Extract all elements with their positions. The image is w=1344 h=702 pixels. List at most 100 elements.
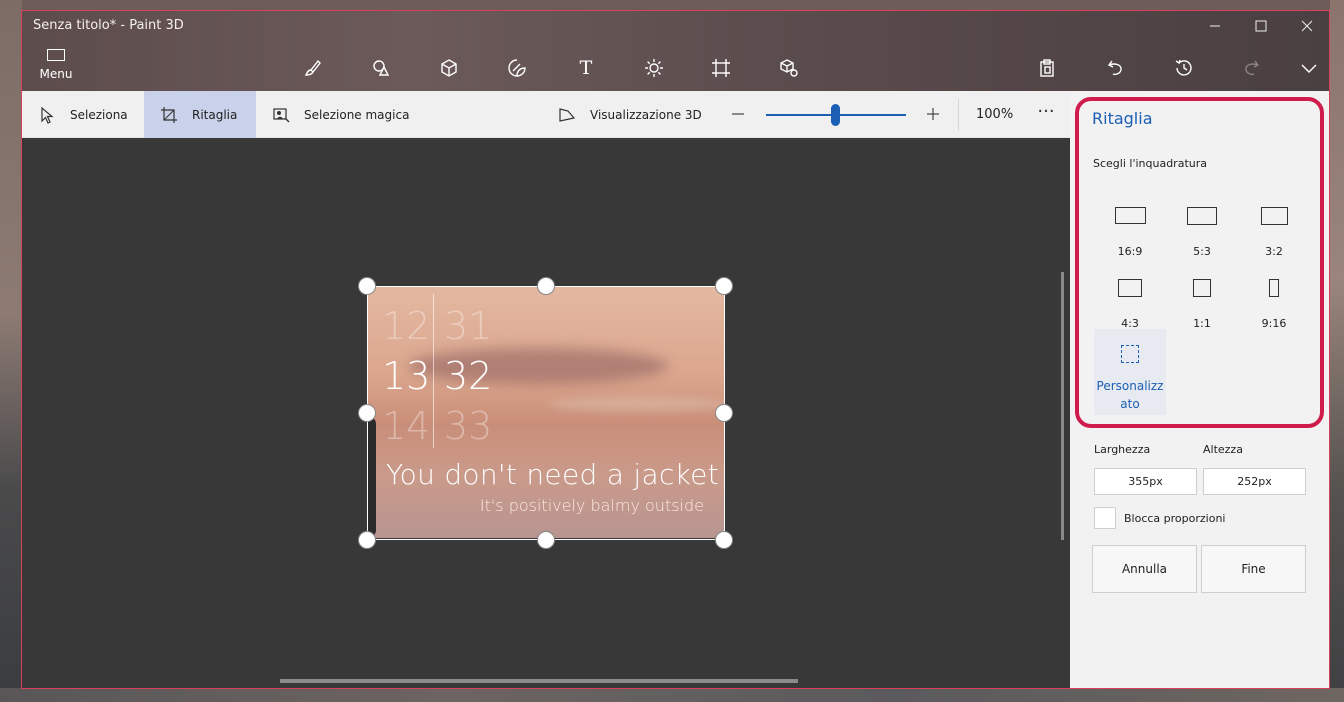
ratio-16-9-button[interactable]: 16:9	[1094, 199, 1166, 267]
redo-button[interactable]	[1235, 54, 1267, 82]
ratio-1-1-icon	[1193, 279, 1211, 297]
crop-handle-right[interactable]	[715, 404, 733, 422]
select-label: Seleziona	[70, 107, 128, 122]
expand-button[interactable]	[1293, 54, 1325, 82]
ratio-custom-button[interactable]: Personalizzato	[1094, 329, 1166, 415]
plus-icon	[927, 108, 939, 120]
width-label: Larghezza	[1094, 443, 1151, 456]
ratio-9-16-button[interactable]: 9:16	[1238, 271, 1310, 339]
custom-label: Personalizzato	[1096, 379, 1164, 411]
cancel-button[interactable]: Annulla	[1092, 545, 1197, 593]
2d-shapes-icon	[373, 60, 390, 76]
crop-handle-top-left[interactable]	[358, 277, 376, 295]
height-input[interactable]: 252px	[1203, 468, 1306, 495]
history-icon	[1175, 59, 1192, 76]
ratio-label: 1:1	[1193, 317, 1211, 330]
ratio-5-3-button[interactable]: 5:3	[1166, 199, 1238, 267]
canvas-image[interactable]: 12 13 14 31 32 33 You don't need a jacke…	[368, 286, 724, 538]
close-button[interactable]	[1284, 11, 1329, 41]
view-3d-button[interactable]: Visualizzazione 3D	[558, 91, 708, 138]
ratio-9-16-icon	[1269, 279, 1279, 297]
brush-icon	[304, 59, 321, 76]
toolbar-divider	[958, 99, 959, 131]
minimize-button[interactable]	[1192, 11, 1238, 41]
width-input[interactable]: 355px	[1094, 468, 1197, 495]
crop-handle-top-right[interactable]	[715, 277, 733, 295]
minus-icon	[732, 113, 744, 115]
tool-stickers[interactable]	[501, 54, 533, 82]
zoom-in-button[interactable]	[921, 102, 945, 126]
app-window: Senza titolo* - Paint 3D Menu T Selezion…	[21, 10, 1330, 689]
tool-canvas[interactable]	[705, 54, 737, 82]
tool-2d-shapes[interactable]	[365, 54, 397, 82]
cursor-icon	[41, 106, 54, 124]
paste-icon	[1040, 59, 1054, 77]
zoom-value[interactable]: 100%	[976, 107, 1013, 122]
view-3d-label: Visualizzazione 3D	[590, 107, 702, 122]
zoom-slider-thumb[interactable]	[831, 104, 840, 126]
magic-select-icon	[273, 107, 290, 122]
done-button[interactable]: Fine	[1201, 545, 1306, 593]
folder-icon	[47, 49, 65, 61]
zoom-out-button[interactable]	[726, 102, 750, 126]
ratio-label: 16:9	[1117, 245, 1143, 258]
time-minute: 32	[444, 354, 493, 398]
maximize-button[interactable]	[1238, 11, 1284, 41]
image-cloud	[548, 396, 724, 412]
ratio-label: 5:3	[1193, 245, 1211, 258]
desktop-background-right	[1330, 0, 1344, 702]
magic-select-button[interactable]: Selezione magica	[256, 91, 416, 138]
crop-icon	[161, 106, 177, 123]
undo-icon	[1107, 60, 1122, 76]
time-hour-next: 14	[382, 404, 431, 448]
desktop-background-bottom	[0, 688, 1344, 702]
tool-brushes[interactable]	[297, 54, 329, 82]
image-dark-edge	[368, 416, 376, 538]
desktop-background-left	[0, 0, 22, 702]
ratio-3-2-button[interactable]: 3:2	[1238, 199, 1310, 267]
ratio-4-3-icon	[1118, 279, 1142, 297]
redo-icon	[1245, 60, 1260, 76]
crop-handle-top[interactable]	[537, 277, 555, 295]
ratio-3-2-icon	[1260, 207, 1288, 225]
time-minute-prev: 31	[444, 304, 493, 348]
custom-crop-icon	[1121, 345, 1139, 363]
crop-handle-bottom[interactable]	[537, 531, 555, 549]
history-button[interactable]	[1168, 54, 1200, 82]
crop-button[interactable]: Ritaglia	[144, 91, 256, 138]
stickers-icon	[508, 59, 526, 77]
time-hour-prev: 12	[382, 304, 431, 348]
lock-aspect-checkbox[interactable]	[1094, 507, 1116, 529]
height-label: Altezza	[1203, 443, 1243, 456]
tool-text[interactable]: T	[570, 54, 602, 82]
3d-shapes-icon	[441, 59, 457, 77]
select-button[interactable]: Seleziona	[22, 91, 144, 138]
window-title: Senza titolo* - Paint 3D	[33, 18, 184, 33]
tool-effects[interactable]	[638, 54, 670, 82]
maximize-icon	[1255, 20, 1267, 32]
menu-button[interactable]: Menu	[30, 49, 82, 87]
crop-toolbar: Seleziona Ritaglia Selezione magica Visu…	[22, 91, 1070, 138]
crop-handle-bottom-left[interactable]	[358, 531, 376, 549]
tool-3d-library[interactable]	[773, 54, 805, 82]
canvas-area[interactable]: 12 13 14 31 32 33 You don't need a jacke…	[22, 138, 1070, 688]
view-3d-icon	[559, 107, 576, 122]
title-bar: Senza titolo* - Paint 3D Menu T	[22, 11, 1329, 91]
undo-button[interactable]	[1100, 54, 1132, 82]
paste-button[interactable]	[1031, 54, 1063, 82]
ratio-label: 3:2	[1265, 245, 1283, 258]
lock-aspect-label: Blocca proporzioni	[1124, 512, 1226, 525]
menu-label: Menu	[39, 67, 73, 81]
minimize-icon	[1210, 25, 1220, 27]
text-icon: T	[579, 57, 593, 79]
horizontal-scrollbar[interactable]	[280, 679, 798, 683]
vertical-scrollbar[interactable]	[1061, 272, 1064, 540]
tool-3d-shapes[interactable]	[433, 54, 465, 82]
crop-handle-bottom-right[interactable]	[715, 531, 733, 549]
ratio-1-1-button[interactable]: 1:1	[1166, 271, 1238, 339]
time-hour: 13	[382, 354, 431, 398]
panel-title: Ritaglia	[1092, 109, 1153, 128]
crop-label: Ritaglia	[192, 107, 238, 122]
crop-handle-left[interactable]	[358, 404, 376, 422]
more-options-button[interactable]: ···	[1034, 101, 1058, 125]
